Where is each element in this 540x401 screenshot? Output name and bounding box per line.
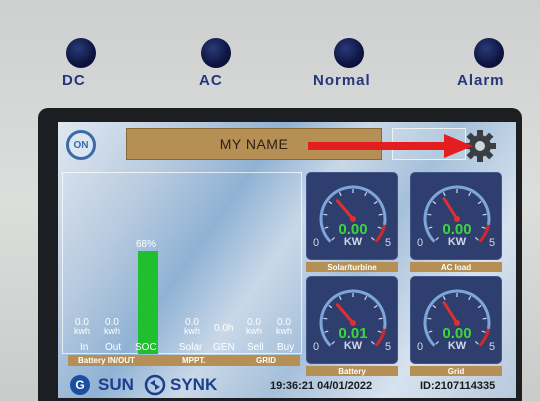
- grid-gauge[interactable]: 0.00 KW 0 5: [410, 276, 502, 364]
- datetime-display: 19:36:21 04/01/2022: [270, 380, 373, 392]
- gauge-tick: [427, 213, 432, 216]
- gauge-tick: [323, 213, 328, 216]
- gauge-min: 0: [417, 341, 424, 353]
- normal-indicator-led: [334, 38, 364, 68]
- solar-label: Solar: [179, 342, 203, 353]
- in-label: In: [80, 342, 89, 353]
- gauge-needle: [442, 197, 459, 221]
- device-id: ID:2107114335: [420, 380, 496, 392]
- ac-load-gauge[interactable]: 0.00 KW 0 5: [410, 172, 502, 260]
- alarm-indicator-label: Alarm: [457, 72, 505, 89]
- alarm-indicator-led: [474, 38, 504, 68]
- gauge-tick: [482, 317, 487, 320]
- soc-label: SOC: [135, 342, 157, 353]
- gauge-tick: [442, 191, 446, 197]
- gauge-tick: [432, 200, 437, 205]
- battery-out-value: 0.0 kwh: [104, 317, 121, 336]
- gauge-tick: [373, 200, 378, 205]
- gauge-tick: [477, 304, 482, 309]
- battery-section-bar: Battery IN/OUT: [68, 355, 178, 366]
- gauge-tick: [468, 295, 472, 301]
- gauge-tick: [338, 295, 342, 301]
- battery-in-value: 0.0 kwh: [74, 317, 91, 336]
- g-logo-icon: G: [70, 375, 90, 395]
- gauge-tick: [468, 191, 472, 197]
- red-arrow-annotation: [308, 134, 473, 158]
- gauge-tick: [328, 200, 333, 205]
- normal-indicator-label: Normal: [313, 72, 371, 89]
- gauge-tick: [442, 295, 446, 301]
- gauge-tick: [364, 295, 368, 301]
- gauge-tick: [482, 213, 487, 216]
- sell-label: Sell: [247, 342, 264, 353]
- gauge-max: 5: [489, 341, 496, 353]
- sell-value: 0.0 kwh: [246, 317, 263, 336]
- buy-value: 0.0 kwh: [276, 317, 293, 336]
- solar-value: 0.0 kwh: [184, 317, 201, 336]
- gauge-tick: [323, 317, 328, 320]
- gauge-tick: [378, 317, 383, 320]
- gen-label: GEN: [213, 342, 235, 353]
- gauge-min: 0: [313, 237, 320, 249]
- gauge-tick: [378, 213, 383, 216]
- brand-synk: SYNK: [170, 375, 218, 394]
- dc-indicator-led: [66, 38, 96, 68]
- soc-percent-label: 68%: [136, 239, 157, 250]
- grid-section-bar: GRID: [234, 355, 300, 366]
- soc-level-bar: [138, 251, 158, 354]
- solar-turbine-gauge[interactable]: 0.00 KW 0 5: [306, 172, 398, 260]
- power-on-button[interactable]: ON: [66, 130, 96, 160]
- gauge-tick: [432, 304, 437, 309]
- ac-load-label: AC load: [410, 262, 502, 272]
- gauge-tick: [477, 200, 482, 205]
- inverter-screen: ON MY NAME 68% 0.0 kwh 0.0 kwh 0.0 kwh 0.0h: [58, 122, 516, 398]
- status-footer: G SUN SYNK 19:36:21 04/01/2022 ID:210711…: [58, 372, 516, 398]
- gauge-needle: [335, 303, 355, 325]
- gauge-needle: [335, 199, 355, 221]
- buy-label: Buy: [277, 342, 295, 353]
- out-label: Out: [105, 342, 122, 353]
- gauge-tick: [338, 191, 342, 197]
- dc-indicator-label: DC: [62, 72, 86, 89]
- gauge-tick: [427, 317, 432, 320]
- mppt-section-bar: MPPT.: [178, 355, 234, 366]
- gen-value: 0.0h: [214, 323, 234, 334]
- gauge-tick: [328, 304, 333, 309]
- battery-gauge[interactable]: 0.01 KW 0 5: [306, 276, 398, 364]
- gauge-max: 5: [385, 341, 392, 353]
- ac-indicator-label: AC: [199, 72, 223, 89]
- gauge-min: 0: [313, 341, 320, 353]
- ac-indicator-led: [201, 38, 231, 68]
- gauge-needle: [442, 301, 459, 325]
- gauge-tick: [364, 191, 368, 197]
- sync-logo-icon: [144, 374, 166, 396]
- gauge-tick: [373, 304, 378, 309]
- energy-chart-area: [62, 172, 302, 354]
- gauge-max: 5: [489, 237, 496, 249]
- gauge-max: 5: [385, 237, 392, 249]
- solar-turbine-label: Solar/turbine: [306, 262, 398, 272]
- gauge-min: 0: [417, 237, 424, 249]
- brand-sun: SUN: [98, 375, 134, 394]
